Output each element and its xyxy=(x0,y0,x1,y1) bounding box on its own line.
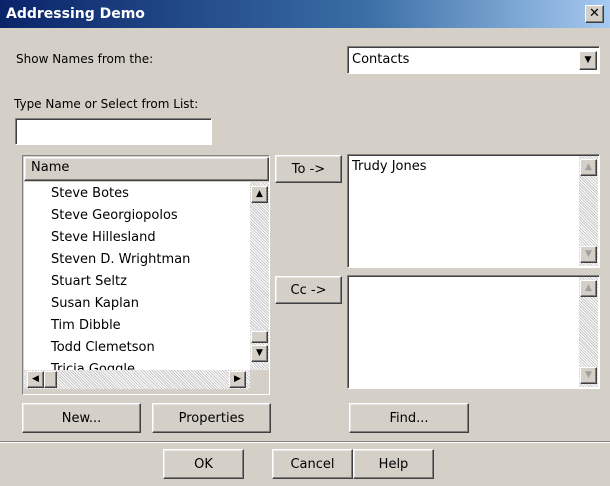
scroll-up-button[interactable]: ▲ xyxy=(251,186,268,203)
up-arrow-icon: ▲ xyxy=(256,189,263,199)
list-item[interactable]: Steven D. Wrightman xyxy=(24,249,250,271)
cc-scroll-down-button[interactable]: ▼ xyxy=(580,367,597,384)
to-recipients-box[interactable]: Trudy Jones ▲ ▼ xyxy=(347,154,600,268)
cc-button[interactable]: Cc -> xyxy=(275,276,342,304)
close-button[interactable]: ✕ xyxy=(585,5,604,23)
list-item[interactable]: Stuart Seltz xyxy=(24,271,250,293)
title-bar: Addressing Demo xyxy=(0,0,610,28)
find-button[interactable]: Find... xyxy=(349,403,469,433)
to-recipient[interactable]: Trudy Jones xyxy=(352,159,427,174)
list-item[interactable]: Susan Kaplan xyxy=(24,293,250,315)
list-item[interactable]: Tim Dibble xyxy=(24,315,250,337)
scroll-right-button[interactable]: ▶ xyxy=(229,371,246,388)
ok-button[interactable]: OK xyxy=(163,449,244,479)
to-scroll-up-button[interactable]: ▲ xyxy=(580,159,597,176)
chevron-down-icon: ▼ xyxy=(584,55,592,65)
name-list-items: Steve Botes Steve Georgiopolos Steve Hil… xyxy=(24,182,250,370)
scroll-down-button[interactable]: ▼ xyxy=(251,345,268,362)
down-arrow-icon: ▼ xyxy=(585,249,592,259)
name-column-header[interactable]: Name xyxy=(24,157,269,181)
list-item[interactable]: Steve Botes xyxy=(24,183,250,205)
type-name-input[interactable] xyxy=(15,118,212,145)
cc-scroll-up-button[interactable]: ▲ xyxy=(580,280,597,297)
list-item[interactable]: Tricia Goggle xyxy=(24,359,250,370)
list-item[interactable]: Steve Hillesland xyxy=(24,227,250,249)
show-names-label: Show Names from the: xyxy=(16,52,154,66)
up-arrow-icon: ▲ xyxy=(585,283,592,293)
name-list-hscroll[interactable] xyxy=(24,370,250,389)
up-arrow-icon: ▲ xyxy=(585,162,592,172)
left-arrow-icon: ◀ xyxy=(32,374,39,384)
cancel-button[interactable]: Cancel xyxy=(272,449,353,479)
to-scroll-down-button[interactable]: ▼ xyxy=(580,246,597,263)
to-button[interactable]: To -> xyxy=(275,155,342,183)
down-arrow-icon: ▼ xyxy=(256,348,263,358)
new-button[interactable]: New... xyxy=(22,403,141,433)
address-book-selected: Contacts xyxy=(352,52,410,67)
help-button[interactable]: Help xyxy=(353,449,434,479)
address-book-dropdown-button[interactable]: ▼ xyxy=(579,51,597,70)
window-title: Addressing Demo xyxy=(6,6,145,22)
cc-recipients-box[interactable]: ▲ ▼ xyxy=(347,275,600,389)
hscroll-thumb[interactable] xyxy=(44,371,57,388)
type-name-label: Type Name or Select from List: xyxy=(14,97,199,111)
vscroll-thumb[interactable] xyxy=(251,331,268,343)
name-list[interactable]: Steve Botes Steve Georgiopolos Steve Hil… xyxy=(24,182,250,370)
right-arrow-icon: ▶ xyxy=(234,374,241,384)
scroll-corner xyxy=(250,370,269,389)
close-icon: ✕ xyxy=(589,6,600,21)
down-arrow-icon: ▼ xyxy=(585,370,592,380)
list-item[interactable]: Todd Clemetson xyxy=(24,337,250,359)
address-book-select[interactable]: Contacts ▼ xyxy=(347,46,600,74)
list-item[interactable]: Steve Georgiopolos xyxy=(24,205,250,227)
scroll-left-button[interactable]: ◀ xyxy=(27,371,44,388)
divider xyxy=(0,441,610,443)
properties-button[interactable]: Properties xyxy=(152,403,271,433)
